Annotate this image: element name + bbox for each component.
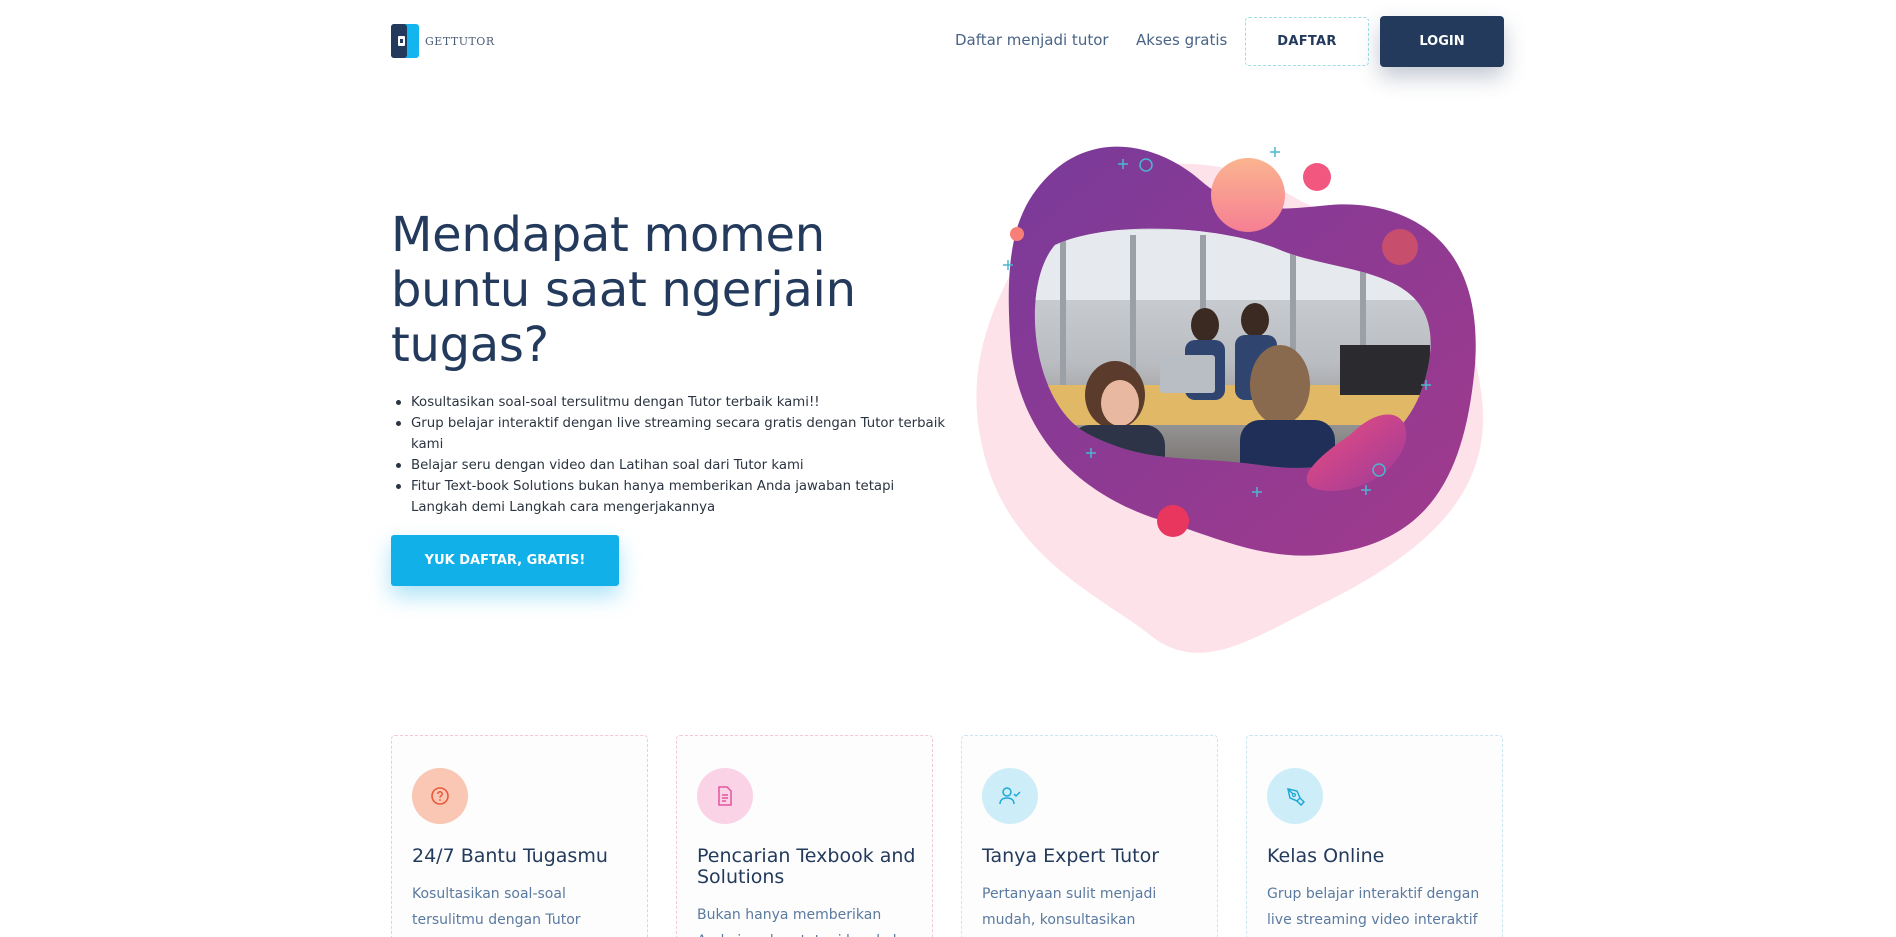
feature-description: Bukan hanya memberikan Anda jawaban teta… xyxy=(697,907,902,937)
feature-card[interactable]: 24/7 Bantu Tugasmu Kosultasikan soal-soa… xyxy=(391,735,648,937)
feature-description: Grup belajar interaktif dengan live stre… xyxy=(1267,886,1480,928)
hero-bullet: Fitur Text-book Solutions bukan hanya me… xyxy=(391,476,951,518)
brand-name: GETTUTOR xyxy=(425,34,495,48)
feature-title: Pencarian Texbook and Solutions xyxy=(697,845,916,888)
feature-card[interactable]: Tanya Expert Tutor Pertanyaan sulit menj… xyxy=(961,735,1218,937)
feature-title: 24/7 Bantu Tugasmu xyxy=(412,845,608,867)
top-navbar: GETTUTOR Daftar menjadi tutor Akses grat… xyxy=(0,0,1896,82)
question-circle-icon xyxy=(412,768,468,824)
document-icon xyxy=(697,768,753,824)
feature-title: Tanya Expert Tutor xyxy=(982,845,1160,867)
feature-description: Pertanyaan sulit menjadi mudah, konsulta… xyxy=(982,886,1157,928)
feature-card[interactable]: Pencarian Texbook and Solutions Bukan ha… xyxy=(676,735,933,937)
user-check-icon xyxy=(982,768,1038,824)
signup-free-button[interactable]: YUK DAFTAR, GRATIS! xyxy=(391,535,619,586)
hero-title: Mendapat momen buntu saat ngerjain tugas… xyxy=(391,207,856,373)
hero-illustration xyxy=(976,146,1484,653)
pen-tool-icon xyxy=(1267,768,1323,824)
hero-bullet: Belajar seru dengan video dan Latihan so… xyxy=(391,455,951,476)
nav-link-become-tutor[interactable]: Daftar menjadi tutor xyxy=(955,31,1109,49)
hero-feature-list: Kosultasikan soal-soal tersulitmu dengan… xyxy=(391,392,951,518)
hero-bullet: Grup belajar interaktif dengan live stre… xyxy=(391,413,951,455)
feature-card[interactable]: Kelas Online Grup belajar interaktif den… xyxy=(1246,735,1503,937)
hero-bullet: Kosultasikan soal-soal tersulitmu dengan… xyxy=(391,392,951,413)
register-button[interactable]: DAFTAR xyxy=(1245,17,1369,66)
logo-icon xyxy=(391,24,419,58)
nav-link-free-access[interactable]: Akses gratis xyxy=(1136,31,1227,49)
brand-logo[interactable]: GETTUTOR xyxy=(391,24,495,58)
login-button[interactable]: LOGIN xyxy=(1380,16,1504,67)
feature-title: Kelas Online xyxy=(1267,845,1385,867)
feature-description: Kosultasikan soal-soal tersulitmu dengan… xyxy=(412,886,581,928)
